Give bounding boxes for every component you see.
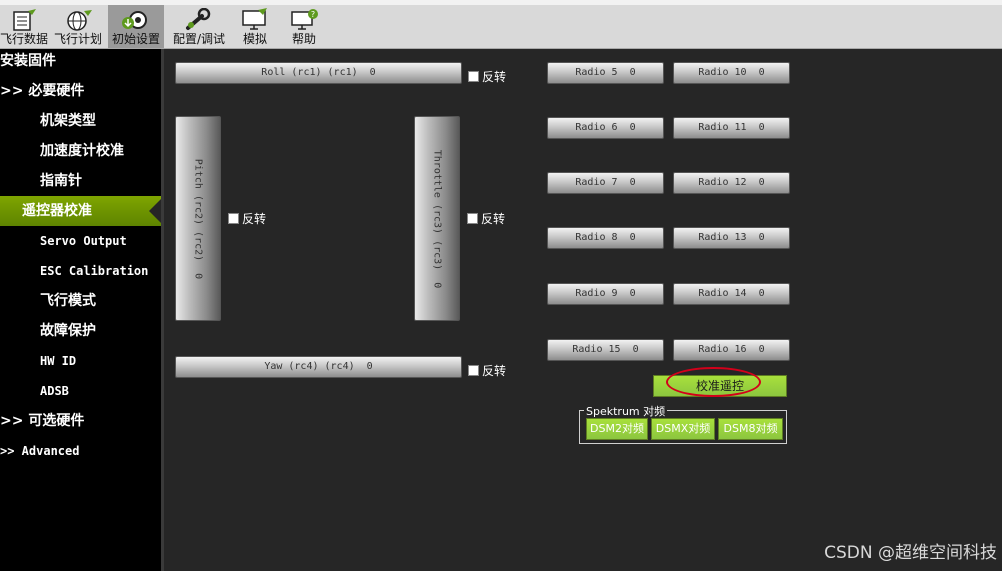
reverse-label: 反转: [242, 212, 267, 226]
reverse-label: 反转: [482, 364, 507, 378]
sidebar-item-label: >> Advanced: [0, 444, 80, 458]
sidebar-item-radio-calibration[interactable]: 遥控器校准: [0, 196, 161, 226]
sidebar-item-servo-output[interactable]: Servo Output: [0, 226, 161, 256]
throttle-channel-bar: Throttle (rc3) (rc3) 0: [414, 116, 460, 321]
yaw-reverse-checkbox[interactable]: 反转: [468, 362, 506, 379]
main-toolbar: 飞行数据 飞行计划 初始设置 配置/调试 模拟 ? 帮助: [0, 5, 1002, 49]
sidebar-item-label: >> 必要硬件: [0, 83, 85, 99]
toolbar-help[interactable]: ? 帮助: [282, 5, 326, 48]
sidebar-item-label: 加速度计校准: [40, 143, 124, 159]
radio-8-bar: Radio 8 0: [547, 227, 664, 249]
radio-11-bar: Radio 11 0: [673, 117, 790, 139]
radio-15-bar: Radio 15 0: [547, 339, 664, 361]
sidebar-item-label: ADSB: [40, 384, 69, 398]
toolbar-simulation[interactable]: 模拟: [234, 5, 276, 48]
toolbar-flight-data[interactable]: 飞行数据: [0, 5, 49, 48]
calibrate-radio-button[interactable]: 校准遥控: [653, 375, 787, 397]
dsm8-bind-button[interactable]: DSM8对频: [718, 418, 783, 440]
pitch-channel-label: Pitch (rc2) (rc2) 0: [192, 158, 204, 279]
sidebar-item-label: HW ID: [40, 354, 77, 368]
sidebar-item-label: 故障保护: [40, 323, 96, 339]
radio-13-bar: Radio 13 0: [673, 227, 790, 249]
checkbox-box[interactable]: [468, 71, 479, 82]
toolbar-config-tuning[interactable]: 配置/调试: [168, 5, 230, 48]
pitch-channel-bar: Pitch (rc2) (rc2) 0: [175, 116, 221, 321]
radio-10-bar: Radio 10 0: [673, 62, 790, 84]
roll-reverse-checkbox[interactable]: 反转: [468, 68, 506, 85]
sidebar-item-label: Servo Output: [40, 234, 127, 248]
toolbar-initial-setup[interactable]: 初始设置: [108, 5, 164, 48]
spektrum-group-title: Spektrum 对频: [584, 403, 668, 419]
sidebar-item-install-firmware[interactable]: 安装固件: [0, 46, 161, 76]
radio-9-bar: Radio 9 0: [547, 283, 664, 305]
toolbar-label: 帮助: [291, 32, 316, 46]
watermark: CSDN @超维空间科技: [824, 543, 997, 563]
globe-icon: [67, 10, 92, 31]
toolbar-label: 配置/调试: [172, 32, 226, 46]
sidebar-item-label: 遥控器校准: [22, 203, 92, 219]
help-monitor-icon: ?: [291, 9, 318, 30]
sidebar-item-label: ESC Calibration: [40, 264, 149, 278]
radio-5-bar: Radio 5 0: [547, 62, 664, 84]
pitch-reverse-checkbox[interactable]: 反转: [228, 210, 266, 227]
radio-16-bar: Radio 16 0: [673, 339, 790, 361]
radio-7-bar: Radio 7 0: [547, 172, 664, 194]
reverse-label: 反转: [481, 212, 506, 226]
checkbox-box[interactable]: [228, 213, 239, 224]
sidebar-item-frame-type[interactable]: 机架类型: [0, 106, 161, 136]
sidebar-item-hw-id[interactable]: HW ID: [0, 346, 161, 376]
sidebar-item-accel-calibration[interactable]: 加速度计校准: [0, 136, 161, 166]
sidebar-item-flight-modes[interactable]: 飞行模式: [0, 286, 161, 316]
svg-text:?: ?: [311, 10, 315, 19]
dsmx-bind-button[interactable]: DSMX对频: [651, 418, 715, 440]
setup-sidebar: 安装固件 >> 必要硬件 机架类型 加速度计校准 指南针 遥控器校准 Servo…: [0, 49, 161, 571]
checkbox-box[interactable]: [467, 213, 478, 224]
sidebar-item-esc-calibration[interactable]: ESC Calibration: [0, 256, 161, 286]
toolbar-label: 飞行数据: [0, 32, 49, 46]
throttle-channel-label: Throttle (rc3) (rc3) 0: [431, 149, 443, 288]
sidebar-divider: [161, 49, 164, 571]
gear-download-icon: [122, 11, 147, 29]
monitor-plane-icon: [242, 8, 267, 30]
sidebar-item-label: 指南针: [40, 173, 82, 189]
sidebar-item-optional-hardware[interactable]: >> 可选硬件: [0, 406, 161, 436]
sidebar-item-label: 安装固件: [0, 53, 56, 69]
toolbar-label: 模拟: [242, 32, 267, 46]
toolbar-flight-plan[interactable]: 飞行计划: [52, 5, 104, 48]
sidebar-item-label: >> 可选硬件: [0, 413, 85, 429]
sidebar-item-label: 机架类型: [40, 113, 96, 129]
yaw-channel-bar: Yaw (rc4) (rc4) 0: [175, 356, 462, 378]
sidebar-item-failsafe[interactable]: 故障保护: [0, 316, 161, 346]
checkbox-box[interactable]: [468, 365, 479, 376]
sidebar-item-mandatory-hardware[interactable]: >> 必要硬件: [0, 76, 161, 106]
sidebar-item-label: 飞行模式: [40, 293, 96, 309]
roll-channel-bar: Roll (rc1) (rc1) 0: [175, 62, 462, 84]
throttle-reverse-checkbox[interactable]: 反转: [467, 210, 505, 227]
flight-data-icon: [13, 9, 36, 31]
sidebar-item-adsb[interactable]: ADSB: [0, 376, 161, 406]
radio-14-bar: Radio 14 0: [673, 283, 790, 305]
radio-6-bar: Radio 6 0: [547, 117, 664, 139]
wrench-icon: [186, 8, 211, 30]
radio-12-bar: Radio 12 0: [673, 172, 790, 194]
toolbar-label: 初始设置: [111, 32, 160, 46]
reverse-label: 反转: [482, 70, 507, 84]
sidebar-item-compass[interactable]: 指南针: [0, 166, 161, 196]
sidebar-item-advanced[interactable]: >> Advanced: [0, 436, 161, 466]
toolbar-label: 飞行计划: [53, 32, 102, 46]
dsm2-bind-button[interactable]: DSM2对频: [586, 418, 648, 440]
